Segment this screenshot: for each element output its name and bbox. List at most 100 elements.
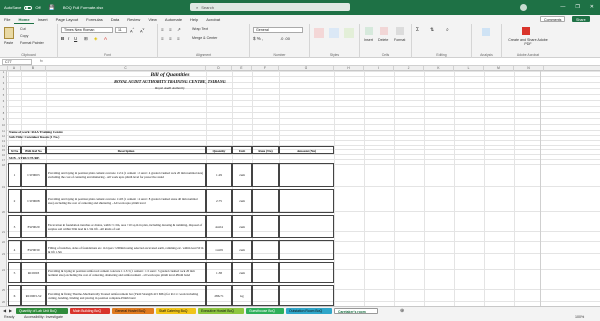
row-header[interactable]: 26 — [0, 301, 7, 304]
item-sl-no[interactable]: 2 — [8, 189, 21, 213]
underline-icon[interactable]: U — [74, 36, 77, 41]
item-bsr-ref[interactable]: RC0003 — [21, 262, 46, 283]
zoom-level[interactable]: 100% — [575, 315, 584, 319]
item-bsr-ref[interactable]: RC0003-52 — [21, 285, 46, 306]
search-box[interactable]: ⌕ Search — [190, 3, 350, 11]
item-bsr-ref[interactable]: CW0008 — [21, 189, 46, 213]
bold-icon[interactable]: B — [61, 36, 64, 41]
format-cells-button[interactable]: Format — [394, 38, 405, 42]
row-header[interactable]: 4 — [0, 88, 7, 91]
sort-filter-icon[interactable]: ⇅ — [430, 27, 434, 33]
merge-center-button[interactable]: Merge & Center — [192, 36, 217, 40]
row-header[interactable]: 12 — [0, 135, 7, 138]
create-pdf-button[interactable]: Create and Share Adobe PDF — [506, 38, 550, 46]
item-amount[interactable] — [279, 163, 334, 187]
sheet-nav-next-icon[interactable]: ▶ — [9, 308, 12, 313]
item-amount[interactable] — [279, 240, 334, 260]
format-painter-button[interactable]: Format Painter — [20, 41, 44, 45]
format-as-table-icon[interactable] — [329, 28, 339, 38]
item-rate[interactable] — [252, 240, 279, 260]
item-rate[interactable] — [252, 163, 279, 187]
tab-file[interactable]: File — [0, 16, 14, 24]
row-header[interactable]: 8 — [0, 112, 7, 115]
insert-cells-icon[interactable] — [365, 27, 373, 35]
copy-button[interactable]: Copy — [20, 34, 28, 38]
delete-cells-button[interactable]: Delete — [378, 38, 388, 42]
item-bsr-ref[interactable]: EW0020 — [21, 215, 46, 238]
comments-button[interactable]: Comments — [540, 16, 566, 22]
fill-color-icon[interactable]: ◈ — [94, 36, 97, 42]
item-rate[interactable] — [252, 285, 279, 306]
tab-formulas[interactable]: Formulas — [82, 16, 107, 24]
item-bsr-ref[interactable]: CW0003 — [21, 163, 46, 187]
row-header[interactable]: 9 — [0, 118, 7, 121]
item-sl-no[interactable]: 1 — [8, 163, 21, 187]
accessibility-status[interactable]: Accessibility: Investigate — [24, 315, 63, 319]
row-header[interactable]: 11 — [0, 130, 7, 133]
decimal-icon[interactable]: .0 .00 — [280, 36, 290, 41]
maximize-button[interactable]: ❐ — [575, 4, 579, 10]
row-header[interactable]: 20 — [0, 211, 7, 214]
item-amount[interactable] — [279, 285, 334, 306]
item-amount[interactable] — [279, 215, 334, 238]
avatar[interactable] — [520, 4, 527, 11]
analyze-data-icon[interactable] — [482, 28, 490, 36]
save-icon[interactable]: 💾 — [49, 5, 55, 11]
wrap-text-button[interactable]: Wrap Text — [192, 27, 208, 31]
item-unit[interactable]: kg — [232, 285, 252, 306]
name-box[interactable]: C77 — [2, 59, 32, 65]
fx-icon[interactable]: fx — [40, 59, 43, 63]
cell-styles-icon[interactable] — [344, 28, 354, 38]
format-cells-icon[interactable] — [396, 27, 404, 35]
item-description[interactable]: Providing and laying in position plain c… — [46, 163, 206, 187]
cut-button[interactable]: Cut — [20, 27, 26, 31]
align-right-icon[interactable]: ≡ — [177, 36, 180, 41]
tab-view[interactable]: View — [144, 16, 161, 24]
row-header[interactable]: 10 — [0, 124, 7, 127]
align-top-icon[interactable]: ≡ — [161, 27, 164, 32]
delete-cells-icon[interactable] — [380, 27, 388, 35]
borders-icon[interactable]: ⊞ — [84, 36, 88, 42]
item-rate[interactable] — [252, 215, 279, 238]
item-sl-no[interactable]: 5 — [8, 262, 21, 283]
find-select-icon[interactable]: ⌕ — [446, 27, 449, 33]
tab-insert[interactable]: Insert — [34, 16, 52, 24]
currency-icon[interactable]: $ % , — [253, 36, 263, 41]
row-header[interactable]: 16 — [0, 154, 7, 157]
paste-label[interactable]: Paste — [4, 41, 13, 45]
item-bsr-ref[interactable]: EW0030 — [21, 240, 46, 260]
item-rate[interactable] — [252, 262, 279, 283]
autosave-toggle[interactable]: AutoSave Off — [4, 5, 41, 10]
sheet-nav-prev-icon[interactable]: ◀ — [3, 308, 6, 313]
tab-data[interactable]: Data — [107, 16, 123, 24]
item-description[interactable]: Providing & laying in position reinforce… — [46, 262, 206, 283]
tab-automate[interactable]: Automate — [161, 16, 186, 24]
item-amount[interactable] — [279, 189, 334, 213]
minimize-button[interactable]: — — [560, 4, 565, 10]
item-amount[interactable] — [279, 262, 334, 283]
share-button[interactable]: Share — [572, 16, 590, 22]
item-rate[interactable] — [252, 189, 279, 213]
row-header[interactable]: 3 — [0, 82, 7, 85]
item-quantity[interactable]: 44.04 — [206, 215, 232, 238]
grow-font-icon[interactable]: A^ — [130, 27, 134, 33]
align-left-icon[interactable]: ≡ — [161, 36, 164, 41]
item-description[interactable]: Providing and laying in position plain c… — [46, 189, 206, 213]
item-description[interactable]: Providing & fixing Thermo-Mechanically T… — [46, 285, 206, 306]
item-quantity[interactable]: 1.38 — [206, 262, 232, 283]
item-unit[interactable]: cum — [232, 215, 252, 238]
tab-acrobat[interactable]: Acrobat — [202, 16, 224, 24]
row-header[interactable]: 21 — [0, 231, 7, 234]
shrink-font-icon[interactable]: Av — [140, 27, 144, 33]
row-header[interactable]: 17 — [0, 159, 7, 162]
number-format-select[interactable]: General — [253, 27, 303, 33]
font-name-select[interactable]: Times New Roman — [61, 27, 113, 33]
align-middle-icon[interactable]: ≡ — [169, 27, 172, 32]
item-unit[interactable]: cum — [232, 262, 252, 283]
row-header[interactable]: 24 — [0, 269, 7, 272]
autosave-switch[interactable] — [24, 5, 33, 10]
row-header[interactable]: 1 — [0, 71, 7, 74]
item-description[interactable]: Excavation in foundation trenches or dra… — [46, 215, 206, 238]
orientation-icon[interactable]: ↗ — [177, 27, 181, 33]
item-unit[interactable]: cum — [232, 240, 252, 260]
